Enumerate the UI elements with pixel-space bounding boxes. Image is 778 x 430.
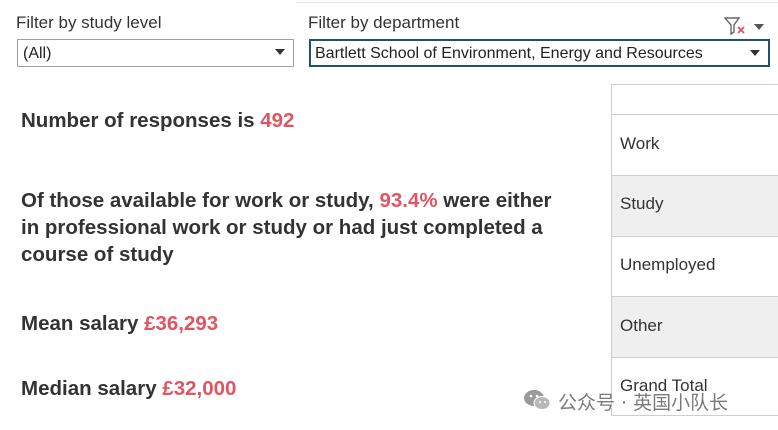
median-salary-value: £32,000 xyxy=(162,377,237,400)
study-level-filter-label: Filter by study level xyxy=(16,13,162,32)
dropdown-arrow-icon xyxy=(275,49,285,55)
dropdown-arrow-icon xyxy=(750,50,760,56)
table-row-label: Study xyxy=(620,194,664,213)
responses-stat: Number of responses is 492 xyxy=(21,107,581,134)
table-row: Work xyxy=(612,114,778,175)
responses-label: Number of responses is xyxy=(21,109,261,132)
department-value: Bartlett School of Environment, Energy a… xyxy=(315,45,703,62)
top-divider xyxy=(296,2,778,3)
clear-filter-icon[interactable] xyxy=(724,17,748,35)
available-label: Of those available for work or study, xyxy=(21,189,380,212)
responses-value: 492 xyxy=(260,109,295,132)
mean-salary-value: £36,293 xyxy=(144,312,219,335)
table-header-row xyxy=(612,84,778,114)
study-level-dropdown[interactable]: (All) xyxy=(17,39,294,67)
department-filter-label: Filter by department xyxy=(308,13,460,32)
available-value: 93.4% xyxy=(379,189,438,212)
median-salary-label: Median salary xyxy=(21,377,163,400)
table-row: Unemployed xyxy=(612,236,778,296)
available-stat: Of those available for work or study, 93… xyxy=(21,187,561,268)
study-level-value: (All) xyxy=(23,45,52,62)
outcome-table: Work Study Unemployed Other Grand Total xyxy=(611,84,778,416)
department-dropdown[interactable]: Bartlett School of Environment, Energy a… xyxy=(309,39,770,67)
median-salary-stat: Median salary £32,000 xyxy=(21,375,581,402)
table-row-label: Other xyxy=(620,316,663,335)
menu-arrow-icon[interactable] xyxy=(754,24,764,30)
wechat-icon xyxy=(524,390,551,410)
mean-salary-stat: Mean salary £36,293 xyxy=(21,310,581,337)
table-row-label: Unemployed xyxy=(620,255,716,274)
watermark-text: 公众号 · 英国小队长 xyxy=(558,392,729,414)
mean-salary-label: Mean salary xyxy=(21,312,145,335)
table-row-label: Work xyxy=(620,134,660,153)
table-row: Other xyxy=(612,296,778,357)
table-row: Study xyxy=(612,175,778,236)
